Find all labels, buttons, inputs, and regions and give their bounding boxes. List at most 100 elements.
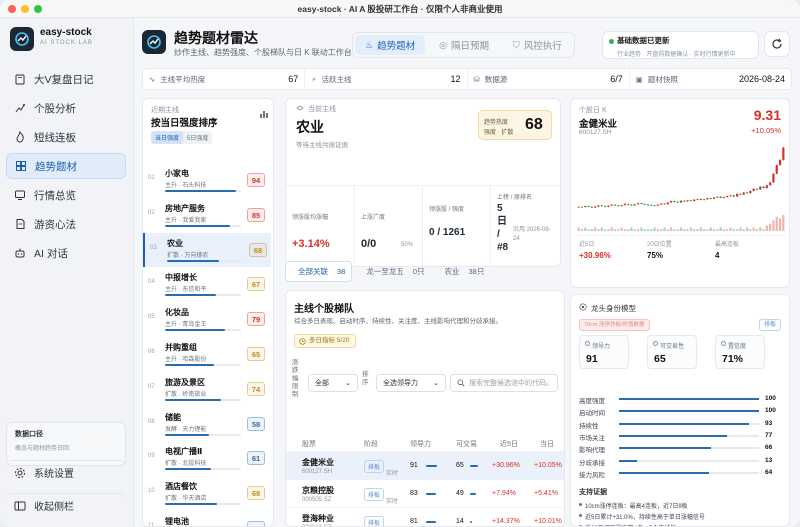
strength-bar [165,224,241,227]
ranking-item[interactable]: 06 并购重组 主升 · 哈森股份 65 [143,337,271,371]
ranking-item[interactable]: 08 储能 发酵 · 天力锂能 58 [143,407,271,441]
minimize-icon[interactable] [21,5,29,13]
sidebar-item-label: 大V复盘日记 [34,73,94,86]
sidebar-item-2[interactable]: 短线连板 [6,124,126,150]
candle-body [752,188,755,191]
table-row[interactable]: 京粮控股 000505.SZ 排板 实时 83 49 +7.94% +5.41% [286,479,564,507]
ladder-desc: 综合多日表现、启动时序、持续性、关注度、主线影响代理和分歧承接。 [294,318,502,325]
collapse-sidebar-button[interactable]: 收起侧栏 [6,493,126,517]
filter-option-1[interactable]: 龙一至龙五 0只 [354,262,430,281]
close-icon[interactable] [8,5,16,13]
rank-theme-name: 房地产服务 [165,203,205,213]
sidebar-item-4[interactable]: 行情总览 [6,182,126,208]
candle-body [603,206,607,207]
gear-icon [15,467,25,478]
tradability-box: 可交易性 65 [647,335,697,369]
refresh-button[interactable] [764,31,790,57]
toggle-today[interactable]: 当日强度 [151,131,184,144]
data-source-desc: 概念与题材趋势日回 [15,446,70,452]
tab-0[interactable]: ♨ 趋势题材 [355,35,426,55]
ranking-item[interactable]: 03 农业 扩散 · 万向德农 68 [143,232,271,267]
column-header[interactable]: 股票 [302,439,316,449]
candle-body [759,186,762,190]
tab-2[interactable]: ⛉ 风控执行 [503,35,572,55]
sidebar-item-1[interactable]: 个股分析 [6,95,126,121]
column-header[interactable]: 可交易 [456,439,477,449]
ranking-item[interactable]: 10 酒店餐饮 扩散 · 华天酒店 68 [143,476,271,510]
volume-bar [679,227,683,231]
stock-change: +10.05% [751,126,781,135]
table-row[interactable]: 金健米业 600127.SH 排板 实时 91 65 +30.96% +10.05% [286,451,564,479]
tab-1[interactable]: ◎ 隔日预期 [429,35,499,55]
metric-value: 6/7 [610,74,623,84]
rank-theme-name: 电视广播Ⅱ [165,447,203,457]
strength-bar [165,433,241,436]
sidebar-item-label: 行情总览 [34,189,76,202]
book-icon [15,74,25,85]
rank-number: 06 [148,349,155,355]
sidebar: easy-stock AI STOCK LAB 大V复盘日记 个股分析 短线连板 趋势… [0,18,134,527]
cell-lead-strength: 领涨股 / 强度 0 / 1261 [422,185,490,266]
tradable-value: 14 [456,518,464,525]
sidebar-item-6[interactable]: AI 对话 [6,240,126,266]
metric-value: 2026-08-24 [738,74,785,84]
realtime-tag: 实时 [386,499,399,505]
candle-body [600,205,603,207]
candle-body [729,195,732,197]
view-tabs: ♨ 趋势题材 ◎ 隔日预期 ⛉ 风控执行 [352,32,575,58]
chevron-down-icon: ⌄ [345,380,351,387]
filter-option-2[interactable]: 农业 38只 [433,262,491,281]
sidebar-item-label: 游资心法 [34,218,76,231]
rank-number: 05 [148,314,155,321]
settings-button[interactable]: 系统设置 [6,460,126,484]
column-header[interactable]: 阶段 [364,439,378,449]
column-header[interactable]: 当日 [540,439,554,449]
search-input[interactable]: 搜索完整候选池中的代码。 [450,374,558,392]
heat-label: 趋势热度 [484,120,509,126]
rank-theme-sub: 主升 · 青岛金王 [165,322,207,329]
rank-number: 08 [148,418,155,425]
ranking-item[interactable]: 07 旅游及景区 扩散 · 岭南旅业 74 [143,372,271,406]
brand-subtitle: AI STOCK LAB [40,40,93,46]
volume-bar [587,229,590,231]
volume-bar [689,227,693,231]
filter-option-0[interactable]: 全部关联 38 [285,260,353,282]
kline-chart[interactable] [577,141,785,233]
ranking-item[interactable]: 09 电视广播Ⅱ 扩散 · 北投科技 61 [143,441,271,475]
cell-lead-gain-value: +3.14% [292,238,330,250]
cell-breadth-note: 50% [401,242,414,248]
ranking-item[interactable]: 01 小家电 主升 · 石头科技 94 [143,163,271,197]
pulse-icon: ∿ [149,74,156,84]
rank-score-badge: 85 [247,207,265,222]
ranking-item[interactable]: 05 化妆品 主升 · 青岛金王 79 [143,302,271,336]
leadership-bar [426,493,436,495]
sidebar-item-3[interactable]: 趋势题材 [6,153,126,179]
theme-subtitle: 等待主线共振证据 [296,142,348,149]
sidebar-item-5[interactable]: 游资心法 [6,211,126,237]
limit-filter-select[interactable]: 全部 ⌄ [308,374,358,392]
bar-chart-icon[interactable] [259,109,269,119]
sort-select[interactable]: 全选领导力 ⌄ [376,374,446,392]
metric-2: ⛁ 数据源 6/7 [468,69,630,89]
multiday-chip[interactable]: 多日指标 5/20 [294,334,357,348]
cell-rank-label: 上榜 / 原排名 [497,195,533,201]
factor-row: 影响代理 66 [579,443,779,454]
candle-body [755,188,759,190]
column-header[interactable]: 近5日 [500,439,518,449]
toggle-5day[interactable]: 5日强度 [183,131,212,144]
tradability-label: 可交易性 [660,344,685,350]
volume-bar [762,229,765,231]
volume-bar [709,227,712,231]
cell-rank-value: 5 日 / #8 [497,203,509,253]
maximize-icon[interactable] [34,5,42,13]
ranking-item[interactable]: 02 房地产服务 主升 · 我爱我家 85 [143,198,271,232]
sidebar-item-0[interactable]: 大V复盘日记 [6,66,126,92]
ranking-item[interactable]: 11 锂电池 51 [143,511,271,526]
window-controls [8,5,42,13]
volume-bar [597,229,600,231]
target-icon [579,303,587,311]
column-header[interactable]: 领导力 [410,439,431,449]
table-row[interactable]: 登海种业002041.SZ排板实时8114+14.37%+10.01% [286,507,564,526]
change-today: +10.05% [534,462,562,469]
ranking-item[interactable]: 04 中报增长 主升 · 东信和平 67 [143,267,271,301]
